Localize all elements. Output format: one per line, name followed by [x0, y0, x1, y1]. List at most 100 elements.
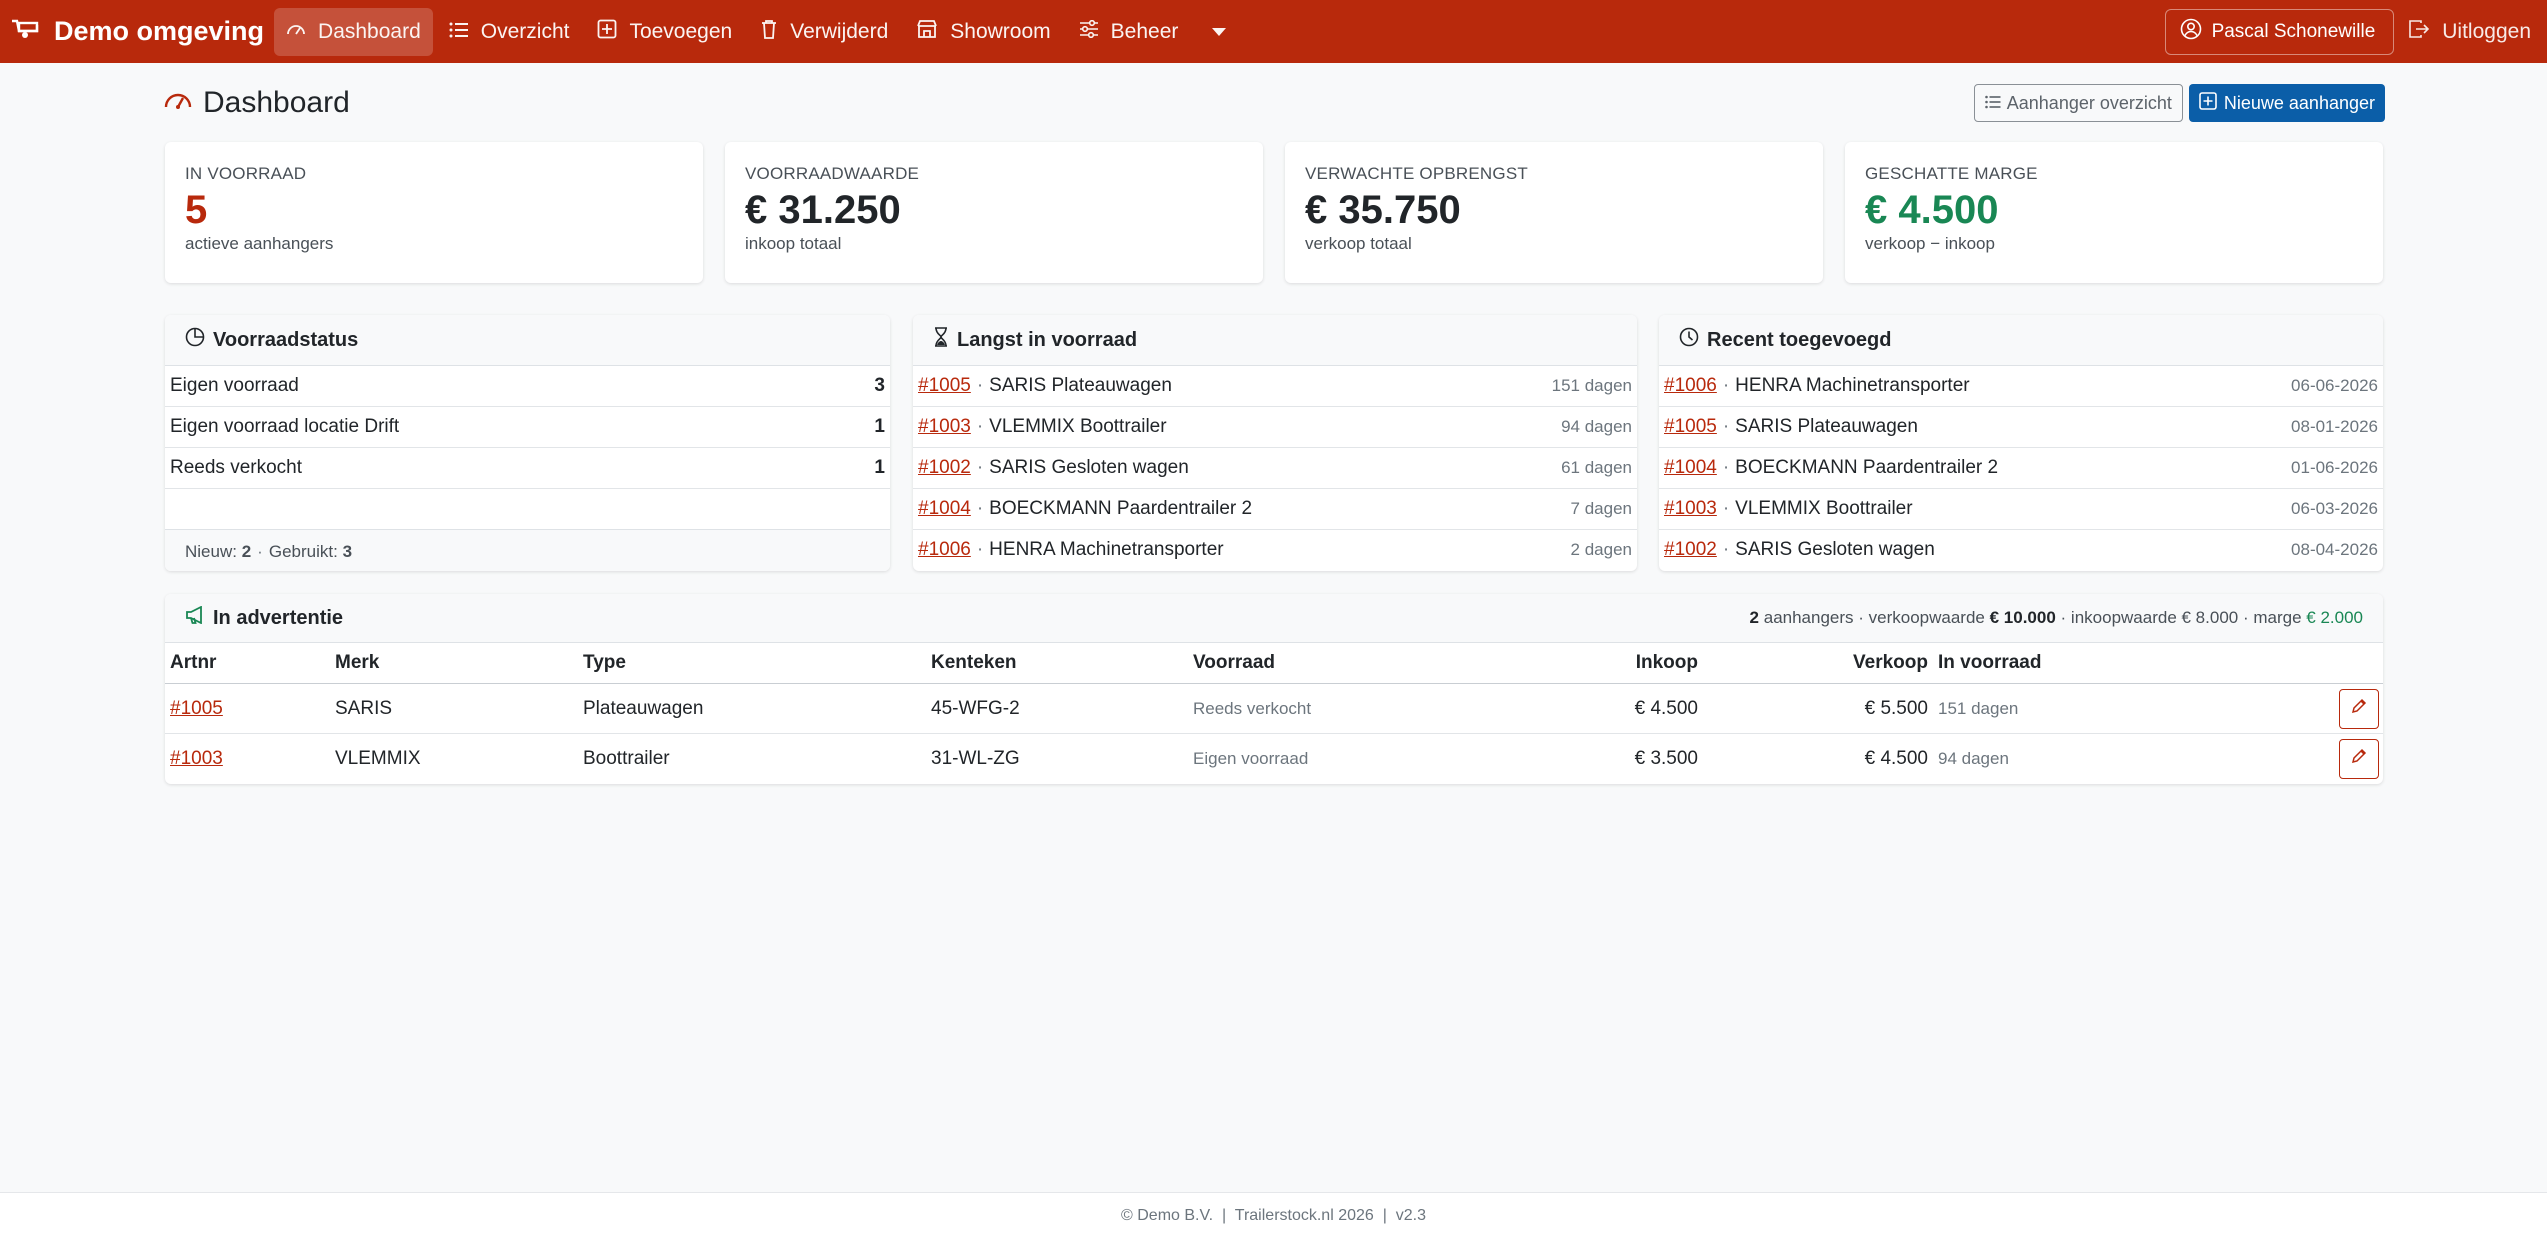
stat-card-voorraadwaarde: VOORRAADWAARDE € 31.250 inkoop totaal [725, 142, 1263, 283]
trailer-id-link[interactable]: #1004 [1664, 457, 1717, 479]
trailer-id-link[interactable]: #1005 [918, 375, 971, 397]
col-voorraad[interactable]: Voorraad [1188, 643, 1568, 684]
list-item: #1003 · VLEMMIX Boottrailer 06-03-2026 [1659, 489, 2383, 530]
stat-sub: verkoop totaal [1305, 234, 1412, 253]
nav-dashboard[interactable]: Dashboard [274, 7, 433, 56]
list-item: #1002 · SARIS Gesloten wagen 61 dagen [913, 448, 1637, 489]
status-row: Eigen voorraad locatie Drift 1 [165, 407, 890, 448]
status-label: Eigen voorraad locatie Drift [170, 416, 400, 437]
nav-toevoegen[interactable]: Toevoegen [585, 8, 744, 56]
list-item: #1004 · BOECKMANN Paardentrailer 2 01-06-… [1659, 448, 2383, 489]
trailer-id-link[interactable]: #1003 [1664, 498, 1717, 520]
trailer-name: SARIS Plateauwagen [989, 375, 1172, 396]
col-verkoop[interactable]: Verkoop [1703, 643, 1933, 684]
list-item: #1003 · VLEMMIX Boottrailer 94 dagen [913, 407, 1637, 448]
speedometer-icon [163, 86, 203, 120]
list-item: #1004 · BOECKMANN Paardentrailer 2 7 dage… [913, 489, 1637, 530]
cell-merk: SARIS [330, 683, 578, 734]
trailer-name: SARIS Gesloten wagen [989, 457, 1189, 478]
cell-voorraad: Eigen voorraad [1193, 748, 1309, 768]
nieuwe-aanhanger-button[interactable]: Nieuwe aanhanger [2188, 84, 2385, 122]
col-inkoop[interactable]: Inkoop [1568, 643, 1703, 684]
cell-dagen: 151 dagen [1933, 683, 2323, 734]
added-date: 06-03-2026 [2291, 499, 2378, 518]
cell-verkoop: € 5.500 [1703, 683, 1933, 734]
col-kenteken[interactable]: Kenteken [926, 643, 1188, 684]
nav-beheer-dropdown[interactable] [1194, 8, 1238, 56]
ads-buy-label: · inkoopwaarde € 8.000 · marge [2060, 608, 2302, 627]
days-in-stock: 151 dagen [1551, 376, 1632, 395]
col-type[interactable]: Type [578, 643, 926, 684]
trailer-name: BOECKMANN Paardentrailer 2 [989, 498, 1253, 519]
stat-value: 5 [185, 188, 208, 232]
cell-type: Boottrailer [583, 747, 670, 769]
megaphone-icon [185, 605, 213, 630]
nav-showroom-label: Showroom [950, 19, 1051, 43]
ads-sale-value: € 10.000 [1989, 608, 2056, 627]
list-item: #1006 · HENRA Machinetransporter 2 dagen [918, 539, 1632, 561]
nieuwe-aanhanger-label: Nieuwe aanhanger [2223, 92, 2375, 113]
trailer-id-link[interactable]: #1002 [1664, 539, 1717, 561]
nav-beheer[interactable]: Beheer [1067, 8, 1191, 56]
ads-count: 2 [1749, 608, 1759, 627]
panel-title: Recent toegevoegd [1707, 328, 1892, 351]
col-artnr[interactable]: Artnr [165, 643, 330, 684]
logout-link[interactable]: Uitloggen [2408, 19, 2531, 45]
trailer-id-link[interactable]: #1006 [918, 539, 971, 561]
trailer-id-link[interactable]: #1004 [918, 498, 971, 520]
days-in-stock: 7 dagen [1570, 499, 1632, 518]
days-in-stock: 94 dagen [1561, 417, 1632, 436]
nav-showroom[interactable]: Showroom [904, 8, 1062, 56]
status-footer: Nieuw: 2 · Gebruikt: 3 [165, 529, 890, 571]
status-label: Reeds verkocht [170, 457, 303, 478]
trailer-name: HENRA Machinetransporter [1735, 375, 1970, 396]
cell-voorraad: Reeds verkocht [1188, 683, 1568, 734]
table-header-row: Artnr Merk Type Kenteken Voorraad Inkoop… [165, 643, 2383, 684]
added-date: 08-04-2026 [2291, 540, 2378, 559]
artnr-link[interactable]: #1003 [170, 748, 223, 769]
footer-new-count: 2 [241, 542, 252, 561]
added-date: 08-01-2026 [2291, 417, 2378, 436]
status-row: Eigen voorraad 3 [165, 366, 890, 407]
edit-button[interactable] [2339, 738, 2379, 779]
trailer-id-link[interactable]: #1006 [1664, 375, 1717, 397]
edit-button[interactable] [2339, 688, 2379, 729]
trailer-name: BOECKMANN Paardentrailer 2 [1735, 457, 1999, 478]
trailer-id-link[interactable]: #1002 [918, 457, 971, 479]
panel-header: Langst in voorraad [913, 315, 1637, 366]
aanhanger-overzicht-button[interactable]: Aanhanger overzicht [1973, 84, 2183, 122]
artnr-link[interactable]: #1005 [170, 698, 223, 719]
footer-used-label: Gebruikt: [268, 542, 338, 561]
ads-table: Artnr Merk Type Kenteken Voorraad Inkoop… [165, 643, 2383, 783]
stat-label: VERWACHTE OPBRENGST [1305, 164, 1528, 183]
user-menu-button[interactable]: Pascal Schonewille [2164, 8, 2395, 55]
days-in-stock: 2 dagen [1570, 540, 1632, 559]
user-name: Pascal Schonewille [2211, 20, 2376, 42]
stat-label: VOORRAADWAARDE [745, 164, 920, 183]
cell-merk: VLEMMIX [335, 747, 421, 769]
col-in-voorraad[interactable]: In voorraad [1933, 643, 2323, 684]
cell-inkoop: € 3.500 [1634, 747, 1698, 769]
langst-in-voorraad-panel: Langst in voorraad #1005 · SARIS Plateauw… [913, 315, 1637, 571]
nav-verwijderd[interactable]: Verwijderd [748, 8, 900, 56]
brand[interactable]: Demo omgeving [8, 16, 264, 47]
stat-card-geschatte-marge: GESCHATTE MARGE € 4.500 verkoop − inkoop [1845, 142, 2383, 283]
cell-type: Plateauwagen [578, 683, 926, 734]
trailer-id-link[interactable]: #1003 [918, 416, 971, 438]
list-item: #1005 · SARIS Plateauwagen 151 dagen [913, 366, 1637, 407]
added-date: 01-06-2026 [2291, 458, 2378, 477]
trailer-name: HENRA Machinetransporter [989, 539, 1224, 560]
status-count: 3 [874, 375, 885, 396]
cell-dagen: 94 dagen [1938, 748, 2009, 768]
panel-header: In advertentie 2 aanhangers · verkoopwaa… [165, 594, 2383, 643]
brand-name: Demo omgeving [54, 16, 265, 46]
stat-value: € 31.250 [745, 188, 901, 232]
nav-overzicht[interactable]: Overzicht [437, 8, 582, 56]
col-merk[interactable]: Merk [330, 643, 578, 684]
voorraadstatus-panel: Voorraadstatus Eigen voorraad 3 Eigen vo… [165, 315, 890, 571]
nav-beheer-label: Beheer [1110, 19, 1179, 43]
sliders-icon [1079, 19, 1111, 44]
trailer-id-link[interactable]: #1005 [1664, 416, 1717, 438]
list-item: #1005 · SARIS Plateauwagen 08-01-2026 [1659, 407, 2383, 448]
stat-card-verwachte-opbrengst: VERWACHTE OPBRENGST € 35.750 verkoop tot… [1285, 142, 1823, 283]
